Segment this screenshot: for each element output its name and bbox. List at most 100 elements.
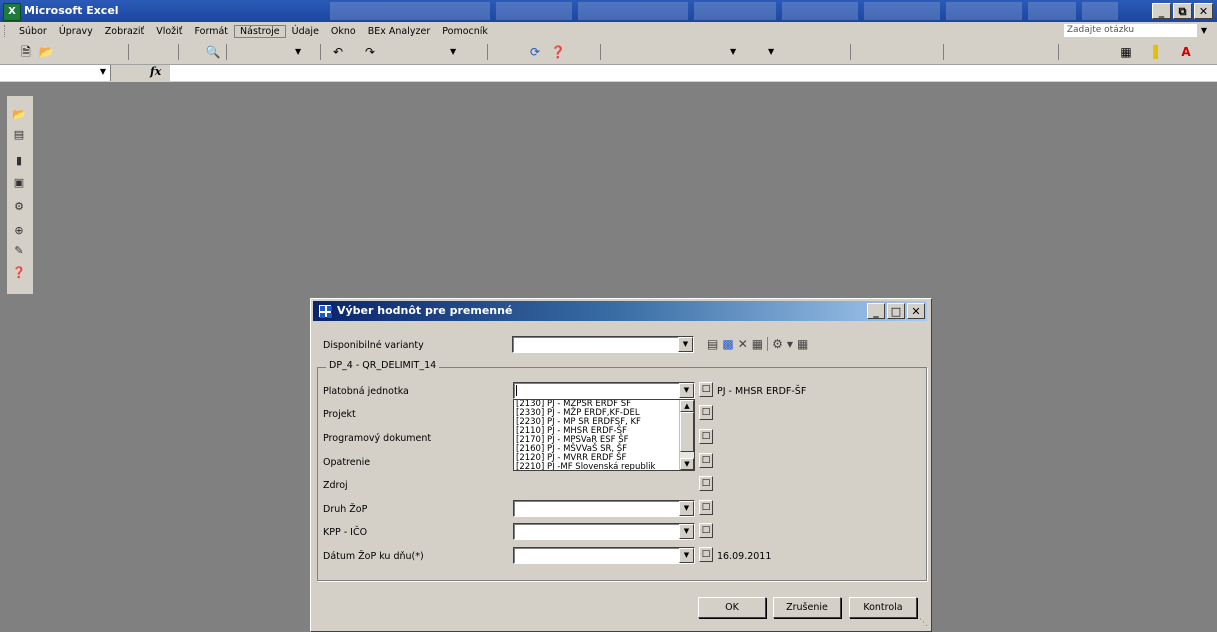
open-query-icon[interactable]: 📂: [11, 108, 27, 122]
settings-icon[interactable]: ⊕: [11, 224, 27, 238]
redo-icon[interactable]: ↷: [362, 44, 378, 60]
menu-tools[interactable]: Nástroje: [234, 24, 286, 38]
help-search: Zadajte otázku ▼: [1063, 24, 1207, 37]
fill-color-icon[interactable]: ▌: [1150, 44, 1166, 60]
chevron-down-icon[interactable]: ▼: [100, 67, 106, 76]
window-title: Microsoft Excel: [24, 4, 119, 17]
payment-unit-combo[interactable]: ▼: [513, 382, 695, 399]
menu-data[interactable]: Údaje: [286, 26, 325, 37]
field-label-payment-unit: Platobná jednotka: [323, 386, 409, 397]
chevron-down-icon[interactable]: ▼: [450, 47, 456, 56]
find-icon[interactable]: 🔍: [205, 44, 221, 60]
function-icon[interactable]: fx: [150, 65, 161, 78]
field-label-program-document: Programový dokument: [323, 433, 432, 444]
chevron-down-icon[interactable]: ▼: [679, 548, 694, 563]
menu-help[interactable]: Pomocník: [436, 26, 494, 37]
chevron-down-icon[interactable]: ▼: [679, 383, 694, 398]
payment-unit-dropdown-list[interactable]: [2130] PJ - MŽPSR ERDF ŠF [2330] PJ - MŽ…: [513, 399, 695, 471]
field-label-kpp-ico: KPP - IČO: [323, 527, 368, 538]
variant-details-icon[interactable]: ▦: [752, 337, 763, 351]
request-date-combo[interactable]: ▼: [513, 547, 695, 564]
help-icon[interactable]: ❓: [550, 44, 566, 60]
menu-view[interactable]: Zobraziť: [99, 26, 150, 37]
measure-select-button[interactable]: □: [699, 453, 713, 468]
menu-window[interactable]: Okno: [325, 26, 362, 37]
font-color-icon[interactable]: A: [1178, 44, 1194, 60]
toolbar-separator: [128, 44, 129, 60]
change-query-icon[interactable]: ▣: [11, 176, 27, 190]
kpp-ico-combo[interactable]: ▼: [513, 523, 695, 540]
ok-button[interactable]: OK: [698, 597, 766, 618]
save-variant-icon[interactable]: ▤: [707, 337, 718, 351]
menu-format[interactable]: Formát: [189, 26, 234, 37]
save-as-variant-icon[interactable]: ▩: [722, 337, 733, 351]
chevron-down-icon[interactable]: ▼: [680, 458, 694, 470]
close-button[interactable]: ✕: [1194, 3, 1213, 19]
chevron-up-icon[interactable]: ▲: [680, 400, 694, 412]
title-bar-blocks: [330, 2, 1118, 20]
undo-icon[interactable]: ↶: [330, 44, 346, 60]
menu-bex-analyzer[interactable]: BEx Analyzer: [362, 26, 437, 37]
chevron-down-icon[interactable]: ▼: [679, 501, 694, 516]
chevron-down-icon[interactable]: ▼: [787, 340, 793, 349]
variable-screen-icon[interactable]: ▦: [797, 337, 808, 351]
payment-unit-select-button[interactable]: □: [699, 382, 713, 397]
help-icon[interactable]: ❓: [11, 266, 27, 280]
cancel-button[interactable]: Zrušenie: [773, 597, 841, 618]
dialog-maximize-button[interactable]: □: [887, 303, 905, 319]
save-icon[interactable]: ▤: [11, 128, 27, 142]
toolbar-separator: [943, 44, 944, 60]
chevron-down-icon[interactable]: ▼: [1201, 26, 1207, 35]
dialog-icon: [317, 303, 333, 319]
source-select-button[interactable]: □: [699, 476, 713, 491]
tools-icon[interactable]: ⚙: [11, 200, 27, 214]
scrollbar-thumb[interactable]: [680, 412, 694, 452]
menu-insert[interactable]: Vložiť: [150, 26, 188, 37]
restore-button[interactable]: ⧉: [1173, 3, 1192, 19]
list-item[interactable]: [2210] PJ -MF Slovenská republik: [514, 463, 694, 471]
refresh-icon[interactable]: ▮: [11, 154, 27, 168]
menu-grip[interactable]: [4, 25, 9, 37]
formula-input[interactable]: [170, 65, 1217, 81]
variants-combo[interactable]: ▼: [512, 336, 694, 353]
bex-refresh-icon[interactable]: ⟳: [527, 44, 543, 60]
menu-file[interactable]: Súbor: [13, 26, 53, 37]
request-type-combo[interactable]: ▼: [513, 500, 695, 517]
delete-variant-icon[interactable]: ✕: [738, 337, 748, 351]
chevron-down-icon[interactable]: ▼: [679, 524, 694, 539]
chevron-down-icon[interactable]: ▼: [768, 47, 774, 56]
resize-grip-icon[interactable]: ⋱: [919, 618, 928, 628]
dialog-close-button[interactable]: ✕: [907, 303, 925, 319]
chevron-down-icon[interactable]: ▼: [295, 47, 301, 56]
request-date-select-button[interactable]: □: [699, 547, 713, 562]
excel-app-icon[interactable]: X: [3, 3, 21, 21]
new-document-icon[interactable]: 🗎: [18, 44, 34, 60]
chevron-down-icon[interactable]: ▼: [730, 47, 736, 56]
personalize-icon[interactable]: ⚙: [772, 337, 783, 351]
dialog-title: Výber hodnôt pre premenné: [337, 304, 513, 317]
borders-icon[interactable]: ▦: [1118, 44, 1134, 60]
toolbar-separator: [850, 44, 851, 60]
field-label-measure: Opatrenie: [323, 457, 371, 468]
name-box[interactable]: ▼: [0, 65, 111, 81]
kpp-ico-select-button[interactable]: □: [699, 523, 713, 538]
toolbar-separator: [487, 44, 488, 60]
pen-icon[interactable]: ✎: [11, 244, 27, 258]
minimize-button[interactable]: _: [1152, 3, 1171, 19]
program-document-select-button[interactable]: □: [699, 429, 713, 444]
window-controls: _ ⧉ ✕: [1152, 3, 1213, 19]
variant-toolbar: ▤ ▩ ✕ ▦ ⚙ ▼ ▦: [707, 335, 808, 353]
project-select-button[interactable]: □: [699, 405, 713, 420]
help-question-input[interactable]: Zadajte otázku: [1063, 24, 1197, 37]
standard-toolbar: 🗎 📂 🔍 ▼ ↶ ↷ ▼ ⟳ ❓ ▼ ▼ ▦ ▌ A: [0, 40, 1217, 65]
toolbar-separator: [178, 44, 179, 60]
request-type-select-button[interactable]: □: [699, 500, 713, 515]
chevron-down-icon[interactable]: ▼: [678, 337, 693, 352]
dropdown-scrollbar[interactable]: ▲ ▼: [679, 400, 694, 470]
toolbar-separator: [320, 44, 321, 60]
dialog-window-controls: _ □ ✕: [867, 303, 925, 319]
dialog-minimize-button[interactable]: _: [867, 303, 885, 319]
menu-edit[interactable]: Úpravy: [53, 26, 99, 37]
open-folder-icon[interactable]: 📂: [38, 44, 54, 60]
check-button[interactable]: Kontrola: [849, 597, 917, 618]
